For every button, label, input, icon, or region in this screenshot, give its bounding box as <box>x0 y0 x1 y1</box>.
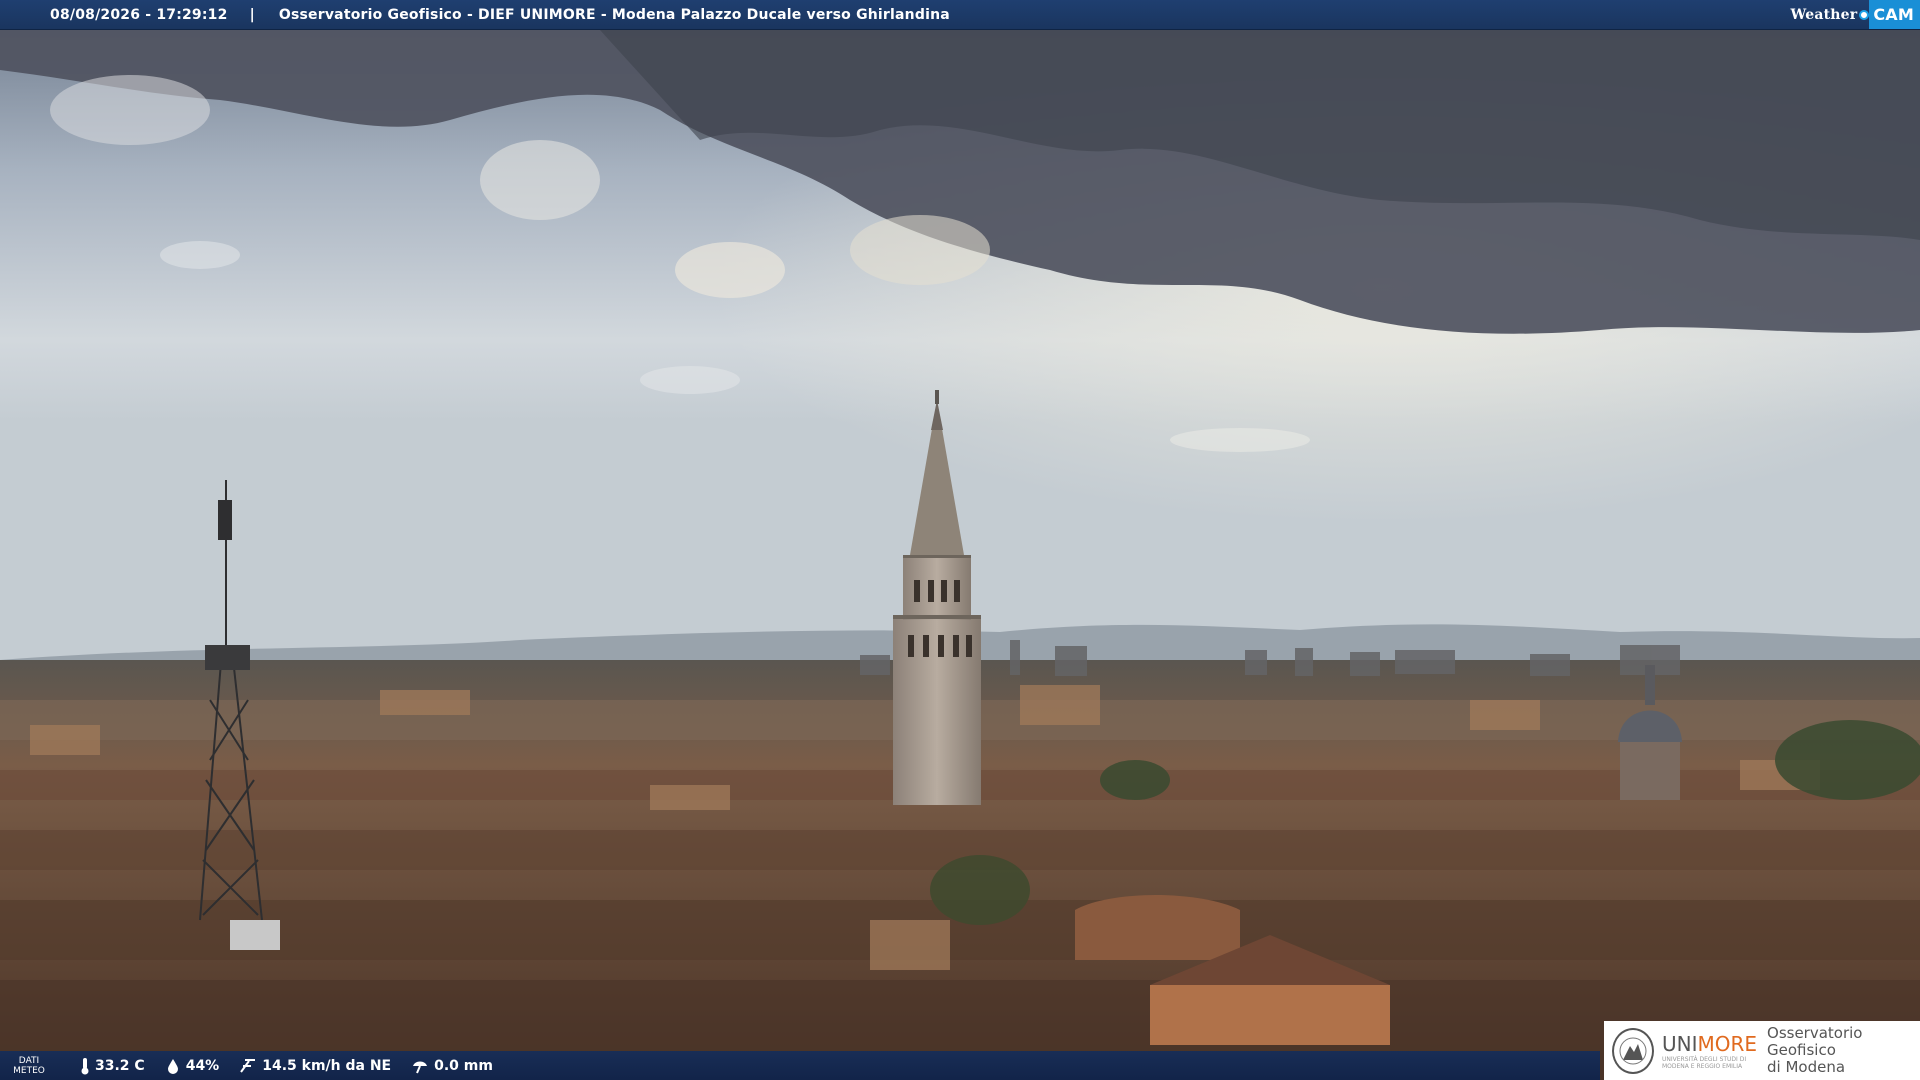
thermometer-icon <box>81 1057 89 1074</box>
uni-prefix: UNI <box>1661 1031 1698 1056</box>
rain-value: 0.0 mm <box>434 1057 493 1074</box>
wind-icon <box>240 1058 256 1073</box>
wind-reading: 14.5 km/h da NE <box>239 1058 391 1074</box>
brand-cam-text: CAM <box>1869 0 1920 29</box>
unimore-wordmark: UNIMORE UNIVERSITÀ DEGLI STUDI DI MODENA… <box>1662 1032 1757 1070</box>
timestamp: 08/08/2026 - 17:29:12 <box>50 6 228 23</box>
weather-data-bar: DATI METEO 33.2 C 44% 14.5 km/h da NE 0.… <box>0 1051 1600 1080</box>
uni-subtitle-1: UNIVERSITÀ DEGLI STUDI DI <box>1661 1055 1747 1063</box>
weather-label-line2: METEO <box>13 1065 45 1076</box>
uni-suffix: MORE <box>1697 1031 1758 1056</box>
temperature-reading: 33.2 C <box>80 1057 145 1075</box>
observatory-name: Osservatorio Geofisico di Modena <box>1767 1025 1920 1076</box>
webcam-scene <box>0 0 1920 1080</box>
weather-label-line1: DATI <box>18 1055 40 1066</box>
caption-bar: 08/08/2026 - 17:29:12 | Osservatorio Geo… <box>0 0 1920 30</box>
caption-separator: | <box>249 6 255 23</box>
humidity-value: 44% <box>185 1057 220 1074</box>
lens-icon <box>1859 9 1870 20</box>
rain-gauge-icon <box>413 1061 428 1073</box>
observatory-line2: di Modena <box>1767 1058 1846 1076</box>
camera-title: Osservatorio Geofisico - DIEF UNIMORE - … <box>278 6 950 23</box>
humidity-reading: 44% <box>165 1057 220 1074</box>
unimore-logo-box: UNIMORE UNIVERSITÀ DEGLI STUDI DI MODENA… <box>1604 1021 1920 1080</box>
weathercam-logo: Weather CAM <box>1790 0 1920 29</box>
uni-subtitle-2: MODENA E REGGIO EMILIA <box>1661 1062 1743 1070</box>
humidity-drop-icon <box>167 1058 178 1074</box>
observatory-line1: Osservatorio Geofisico <box>1767 1024 1863 1059</box>
weather-data-label: DATI METEO <box>0 1056 58 1076</box>
brand-weather-text: Weather <box>1790 6 1858 23</box>
temperature-value: 33.2 C <box>95 1057 145 1074</box>
rain-reading: 0.0 mm <box>411 1058 493 1074</box>
university-seal-icon <box>1612 1027 1654 1074</box>
wind-value: 14.5 km/h da NE <box>262 1057 392 1074</box>
